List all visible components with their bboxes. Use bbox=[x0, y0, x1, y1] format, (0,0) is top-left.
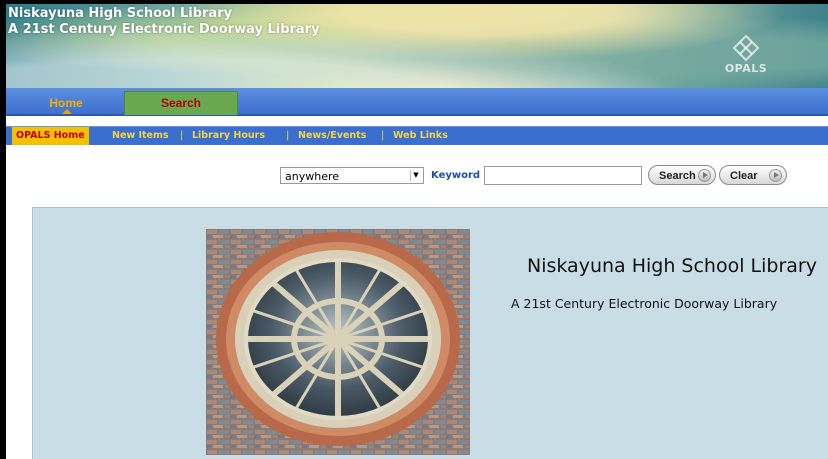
tab-search-label: Search bbox=[160, 96, 202, 110]
search-bar: anywhere ▼ Keyword Search Clear bbox=[6, 164, 828, 188]
search-scope-select[interactable]: anywhere ▼ bbox=[280, 167, 424, 184]
opals-logo: OPALS bbox=[718, 34, 774, 80]
subnav-separator: | bbox=[286, 130, 290, 141]
keyword-input[interactable] bbox=[484, 166, 642, 185]
library-title: Niskayuna High School Library bbox=[527, 255, 817, 277]
site-title-line2: A 21st Century Electronic Doorway Librar… bbox=[8, 22, 320, 37]
subnav-separator: | bbox=[180, 130, 184, 141]
search-button-label: Search bbox=[659, 170, 696, 182]
site-title: Niskayuna High School Library A 21st Cen… bbox=[8, 6, 320, 38]
subnav-separator: | bbox=[381, 130, 385, 141]
library-subtitle: A 21st Century Electronic Doorway Librar… bbox=[511, 296, 778, 311]
subnav-library-hours[interactable]: Library Hours bbox=[192, 127, 265, 145]
opals-logo-text: OPALS bbox=[724, 62, 768, 75]
site-title-line1: Niskayuna High School Library bbox=[8, 6, 233, 21]
clear-button[interactable]: Clear bbox=[719, 165, 787, 185]
tab-home-label: Home bbox=[49, 96, 83, 110]
main-tab-bar: Home Search bbox=[6, 88, 828, 116]
subnav-news-events[interactable]: News/Events bbox=[298, 127, 366, 145]
subnav-new-items[interactable]: New Items bbox=[112, 127, 169, 145]
page: Niskayuna High School Library A 21st Cen… bbox=[6, 4, 828, 459]
welcome-panel: Niskayuna High School Library A 21st Cen… bbox=[32, 207, 828, 459]
go-arrow-icon bbox=[769, 169, 782, 182]
header-banner: Niskayuna High School Library A 21st Cen… bbox=[6, 4, 828, 88]
sub-navigation: OPALS Home New Items | Library Hours | N… bbox=[6, 126, 828, 145]
library-window-photo bbox=[206, 229, 470, 455]
active-tab-caret-icon bbox=[62, 109, 72, 114]
search-scope-value: anywhere bbox=[285, 170, 340, 183]
keyword-label: Keyword bbox=[431, 170, 481, 181]
round-window-image bbox=[206, 229, 470, 455]
clear-button-label: Clear bbox=[730, 170, 758, 182]
tab-search[interactable]: Search bbox=[124, 91, 238, 115]
subnav-opals-home[interactable]: OPALS Home bbox=[12, 127, 89, 145]
tab-home[interactable]: Home bbox=[12, 92, 120, 114]
search-button[interactable]: Search bbox=[648, 165, 716, 185]
go-arrow-icon bbox=[698, 169, 711, 182]
subnav-web-links[interactable]: Web Links bbox=[393, 127, 448, 145]
select-arrow-icon: ▼ bbox=[410, 170, 421, 181]
